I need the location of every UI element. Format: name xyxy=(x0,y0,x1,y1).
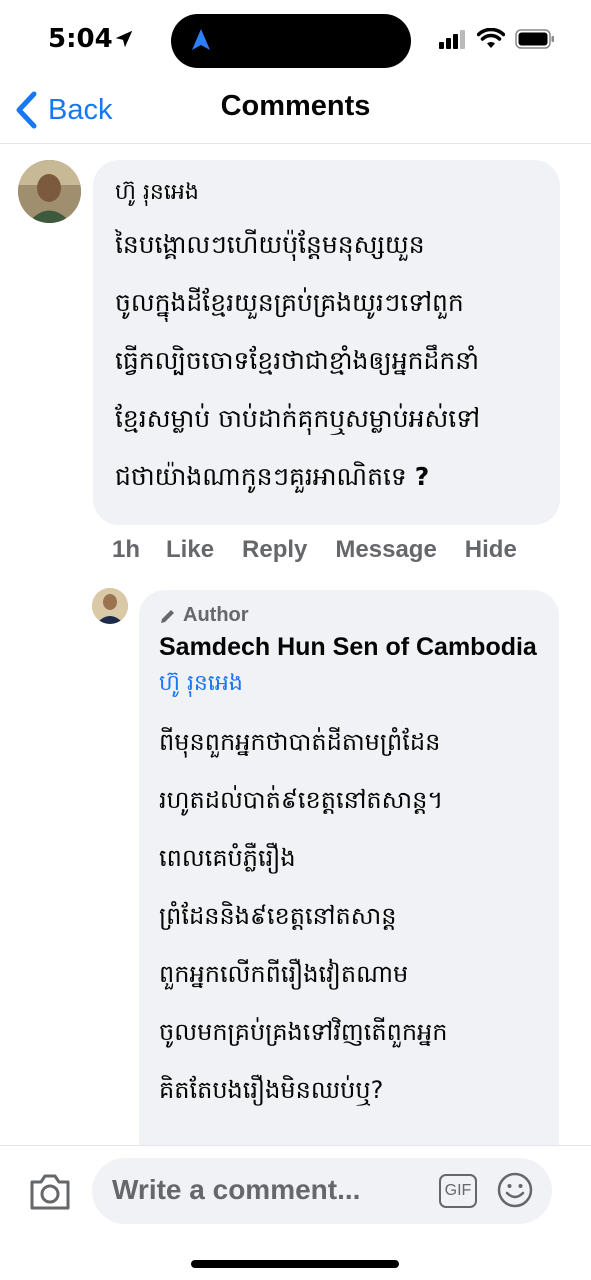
status-time: 5:04 xyxy=(48,24,113,54)
reply-author-avatar[interactable] xyxy=(92,588,128,624)
comment-actions: 1h Like Reply Message Hide xyxy=(112,532,545,568)
reply-line: ព្រំដែននិង៩ខេត្តនៅតសាន្ត xyxy=(159,902,397,930)
comment-bubble[interactable]: ហ៊ូ រុនអេង នៃបង្គោលៗហើយប៉ុន្តែមនុស្សយួន … xyxy=(93,160,560,525)
comment-line: ចូលក្នុងដីខ្មែរយួនគ្រប់គ្រងយូរៗទៅពួក xyxy=(115,288,464,317)
comment-line: នៃបង្គោលៗហើយប៉ុន្តែមនុស្សយួន xyxy=(115,230,425,259)
hide-button[interactable]: Hide xyxy=(465,536,517,564)
gif-button[interactable]: GIF xyxy=(439,1174,477,1208)
comment-time: 1h xyxy=(112,536,141,563)
reply-line: ចូលមកគ្រប់គ្រងទៅវិញតើពួកអ្នក xyxy=(159,1018,448,1046)
like-button[interactable]: Like xyxy=(166,536,214,564)
commenter-avatar[interactable] xyxy=(18,160,81,223)
comment-end-mark: ? xyxy=(414,462,430,491)
battery-icon xyxy=(515,28,554,49)
comment-line-text: ជថាយ៉ាងណាកូនៗគួរអាណិតទេ xyxy=(115,462,407,491)
dynamic-island xyxy=(171,14,411,68)
reply-line: ពេលគេបំភ្លឺរឿង xyxy=(159,844,296,872)
reply-line: រហូតដល់បាត់៩ខេត្តនៅតសាន្ត។ xyxy=(159,786,444,814)
status-bar: 5:04 xyxy=(0,0,591,80)
cellular-icon xyxy=(439,29,465,49)
reply-line: គិតតែបងរឿងមិនឈប់ឬ? xyxy=(159,1076,384,1104)
page-title: Comments xyxy=(220,90,371,122)
emoji-icon[interactable] xyxy=(497,1172,533,1208)
comment-composer: Write a comment... GIF xyxy=(0,1145,591,1280)
nav-bar: Back Comments xyxy=(0,80,591,144)
author-badge: Author xyxy=(159,604,539,627)
status-icons xyxy=(439,28,555,49)
comment-input[interactable]: Write a comment... GIF xyxy=(92,1158,552,1224)
reply-mention[interactable]: ហ៊ូ រុនអេង xyxy=(159,669,539,699)
location-arrow-icon xyxy=(115,30,133,48)
comment-line: ជថាយ៉ាងណាកូនៗគួរអាណិតទេ ? xyxy=(115,448,538,506)
comment-input-placeholder: Write a comment... xyxy=(112,1174,361,1205)
commenter-name[interactable]: ហ៊ូ រុនអេង xyxy=(115,178,538,208)
reply-text: ពីមុនពួកអ្នកថាបាត់ដីតាមព្រំដែន រហូតដល់បា… xyxy=(159,713,539,1119)
reply-bubble[interactable]: Author Samdech Hun Sen of Cambodia ហ៊ូ រ… xyxy=(139,590,559,1150)
author-badge-label: Author xyxy=(183,604,249,626)
reply-line: ពីមុនពួកអ្នកថាបាត់ដីតាមព្រំដែន xyxy=(159,728,441,756)
wifi-icon xyxy=(477,28,505,48)
comment-line: ខ្មែរសម្លាប់ ចាប់ដាក់គុកឬសម្លាប់អស់ទៅ xyxy=(115,404,481,433)
comment-line: ធ្វើកល្បិចចោទខ្មែរថាជាខ្មាំងឲ្យអ្នកដឹកនា… xyxy=(115,346,480,375)
comment-text: នៃបង្គោលៗហើយប៉ុន្តែមនុស្សយួន ចូលក្នុងដីខ… xyxy=(115,216,538,506)
message-button[interactable]: Message xyxy=(335,536,436,564)
reply-button[interactable]: Reply xyxy=(242,536,307,564)
home-indicator xyxy=(191,1260,399,1268)
reply-author-name[interactable]: Samdech Hun Sen of Cambodia xyxy=(159,631,539,663)
pencil-icon xyxy=(161,609,174,623)
reply-line: ពួកអ្នកលើកពីរឿងវៀតណាម xyxy=(159,960,409,988)
camera-icon[interactable] xyxy=(28,1172,72,1212)
navigation-arrow-icon xyxy=(192,29,210,50)
